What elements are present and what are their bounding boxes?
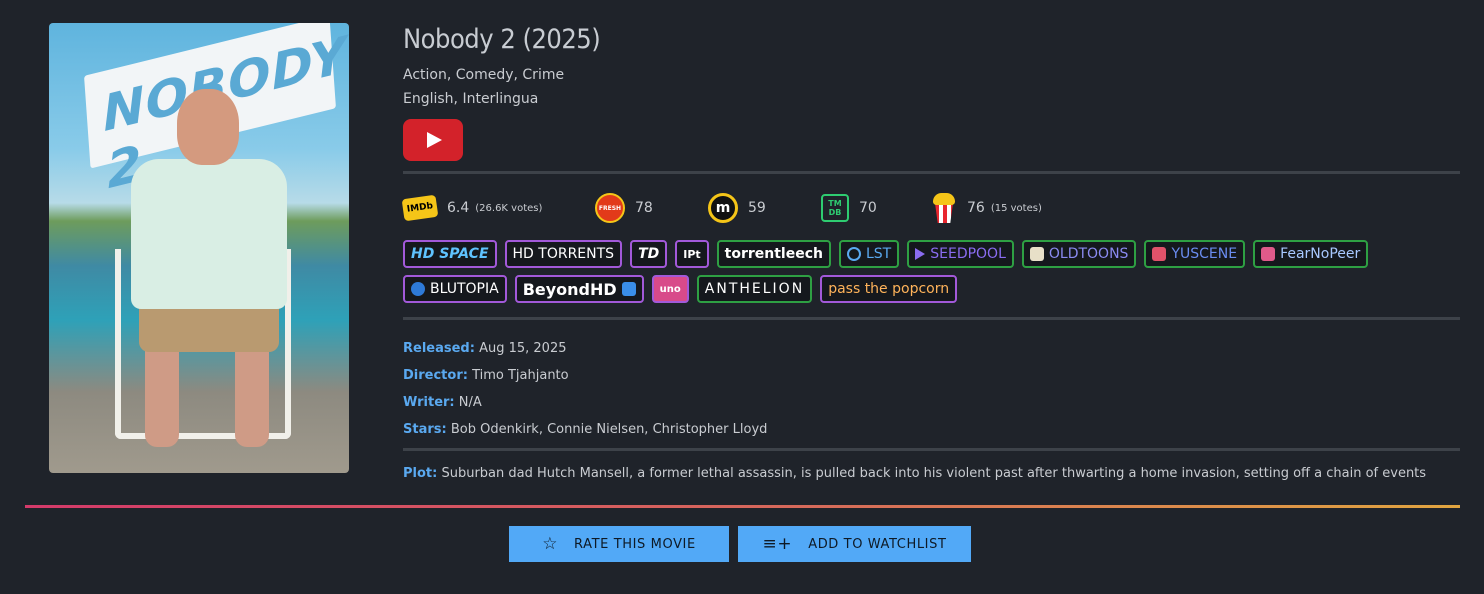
tracker-hdtorrents[interactable]: HD TORRENTS	[504, 240, 623, 268]
tracker-lst[interactable]: LST	[838, 240, 900, 268]
plot-row: Plot: Suburban dad Hutch Mansell, a form…	[403, 466, 1427, 481]
movie-genres: Action, Comedy, Crime	[403, 67, 565, 83]
tracker-links: HD SPACE HD TORRENTS TD IPt torrentleech…	[403, 240, 1460, 310]
cartoon-icon	[1029, 247, 1044, 261]
poster-figure	[131, 89, 287, 449]
rating-value: 78	[635, 200, 653, 216]
tracker-fearnopeer[interactable]: FearNoPeer	[1253, 240, 1369, 268]
rating-rotten-tomatoes[interactable]: FRESH 78	[595, 192, 653, 224]
tracker-hdspace[interactable]: HD SPACE	[403, 240, 497, 268]
playlist-add-icon: ≡+	[762, 534, 793, 554]
divider	[403, 317, 1460, 320]
tracker-ipt[interactable]: IPt	[675, 240, 709, 268]
add-to-watchlist-button[interactable]: ≡+ ADD TO WATCHLIST	[738, 526, 971, 562]
imdb-icon: IMDb	[401, 194, 439, 222]
rating-imdb[interactable]: IMDb 6.4 (26.6K votes)	[401, 192, 543, 224]
tracker-oldtoons[interactable]: OLDTOONS	[1021, 240, 1137, 268]
rating-popcorn[interactable]: 76 (15 votes)	[931, 192, 1042, 224]
tracker-row: HD SPACE HD TORRENTS TD IPt torrentleech…	[403, 240, 1460, 268]
tracker-blutopia[interactable]: BLUTOPIA	[403, 275, 507, 303]
rating-value: 59	[748, 200, 766, 216]
rate-movie-button[interactable]: ☆ RATE THIS MOVIE	[509, 526, 729, 562]
fnp-icon	[1261, 247, 1276, 261]
tracker-yuscene[interactable]: YUSCENE	[1144, 240, 1246, 268]
tmdb-icon: TM DB	[821, 194, 849, 222]
rating-votes: (15 votes)	[990, 202, 1042, 214]
popcorn-icon	[931, 193, 957, 223]
gradient-divider	[25, 505, 1460, 508]
movie-poster: NOBODY 2	[49, 23, 349, 473]
send-icon	[915, 248, 926, 260]
released-row: Released: Aug 15, 2025	[403, 341, 567, 356]
tracker-uno[interactable]: uno	[651, 275, 689, 303]
tracker-td[interactable]: TD	[630, 240, 668, 268]
stars-row: Stars: Bob Odenkirk, Connie Nielsen, Chr…	[403, 422, 768, 437]
director-row: Director: Timo Tjahjanto	[403, 368, 569, 383]
shield-icon	[411, 282, 425, 296]
rating-tmdb[interactable]: TM DB 70	[821, 192, 877, 224]
movie-languages: English, Interlingua	[403, 91, 539, 107]
tracker-anthelion[interactable]: ANTHELION	[696, 275, 813, 303]
movie-details: Released: Aug 15, 2025 Director: Timo Tj…	[403, 335, 767, 443]
tracker-torrentleech[interactable]: torrentleech	[716, 240, 831, 268]
tracker-passthepopcorn[interactable]: pass the popcorn	[820, 275, 958, 303]
duck-icon	[846, 247, 861, 261]
tracker-beyondhd[interactable]: BeyondHD	[514, 275, 644, 303]
youtube-trailer-button[interactable]	[403, 119, 463, 161]
ys-icon	[1152, 247, 1167, 261]
metacritic-icon: m	[708, 193, 738, 223]
ratings-bar: IMDb 6.4 (26.6K votes) FRESH 78 m 59 TM …	[401, 192, 1460, 224]
rating-value: 6.4	[447, 200, 470, 216]
star-icon: ☆	[542, 534, 559, 554]
movie-title: Nobody 2 (2025)	[403, 24, 601, 55]
bird-icon	[621, 282, 636, 296]
writer-row: Writer: N/A	[403, 395, 482, 410]
rating-metacritic[interactable]: m 59	[708, 192, 766, 224]
tracker-seedpool[interactable]: SEEDPOOL	[907, 240, 1014, 268]
tracker-row: BLUTOPIA BeyondHD uno ANTHELION pass the…	[403, 275, 1460, 303]
divider	[403, 448, 1460, 451]
divider	[403, 171, 1460, 174]
rating-votes: (26.6K votes)	[475, 202, 543, 214]
fresh-tomato-icon: FRESH	[595, 193, 625, 223]
rating-value: 70	[859, 200, 877, 216]
rating-value: 76	[967, 200, 985, 216]
